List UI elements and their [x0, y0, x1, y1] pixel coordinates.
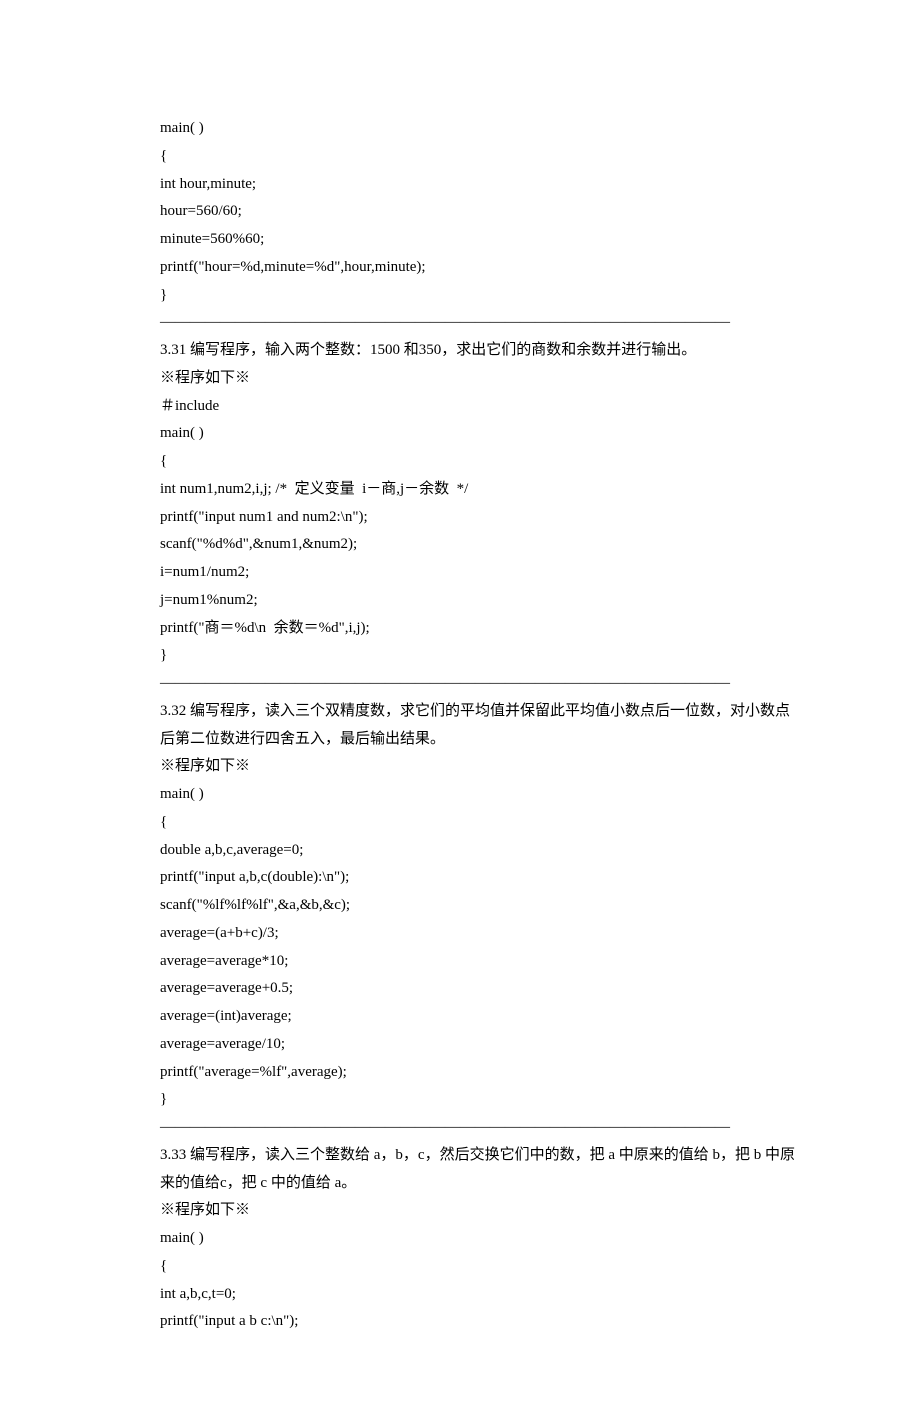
code-block-31: ＃include main( ) { int num1,num2,i,j; /*… [160, 393, 800, 671]
code-line: ＃include [160, 393, 800, 421]
separator: —————————————————————————————————————— [160, 670, 800, 698]
code-line: printf("input a,b,c(double):\n"); [160, 864, 800, 892]
code-line: { [160, 1253, 800, 1281]
code-line: main( ) [160, 781, 800, 809]
separator: —————————————————————————————————————— [160, 1114, 800, 1142]
code-line: average=(int)average; [160, 1003, 800, 1031]
code-line: } [160, 642, 800, 670]
program-header: ※程序如下※ [160, 1197, 800, 1225]
code-line: printf("input num1 and num2:\n"); [160, 504, 800, 532]
question-title-3-33: 3.33 编写程序，读入三个整数给 a，b，c，然后交换它们中的数，把 a 中原… [160, 1142, 800, 1198]
code-line: average=average*10; [160, 948, 800, 976]
program-header: ※程序如下※ [160, 753, 800, 781]
code-line: double a,b,c,average=0; [160, 837, 800, 865]
code-line: printf("average=%lf",average); [160, 1059, 800, 1087]
code-line: main( ) [160, 420, 800, 448]
code-line: { [160, 448, 800, 476]
document-page: main( ) { int hour,minute; hour=560/60; … [0, 0, 920, 1416]
question-title-3-32: 3.32 编写程序，读入三个双精度数，求它们的平均值并保留此平均值小数点后一位数… [160, 698, 800, 754]
code-line: printf("hour=%d,minute=%d",hour,minute); [160, 254, 800, 282]
code-line: hour=560/60; [160, 198, 800, 226]
code-line: int hour,minute; [160, 171, 800, 199]
code-line: } [160, 1086, 800, 1114]
program-header: ※程序如下※ [160, 365, 800, 393]
code-line: main( ) [160, 115, 800, 143]
code-line: average=average+0.5; [160, 975, 800, 1003]
code-line: average=(a+b+c)/3; [160, 920, 800, 948]
code-line: i=num1/num2; [160, 559, 800, 587]
code-line: { [160, 143, 800, 171]
code-line: average=average/10; [160, 1031, 800, 1059]
code-line: j=num1%num2; [160, 587, 800, 615]
code-line: scanf("%d%d",&num1,&num2); [160, 531, 800, 559]
code-line: printf("input a b c:\n"); [160, 1308, 800, 1336]
code-line: main( ) [160, 1225, 800, 1253]
code-block-0: main( ) { int hour,minute; hour=560/60; … [160, 115, 800, 309]
code-line: int num1,num2,i,j; /* 定义变量 i－商,j－余数 */ [160, 476, 800, 504]
question-title-3-31: 3.31 编写程序，输入两个整数：1500 和350，求出它们的商数和余数并进行… [160, 337, 800, 365]
code-line: { [160, 809, 800, 837]
code-line: scanf("%lf%lf%lf",&a,&b,&c); [160, 892, 800, 920]
code-line: int a,b,c,t=0; [160, 1281, 800, 1309]
code-block-32: main( ) { double a,b,c,average=0; printf… [160, 781, 800, 1114]
separator: —————————————————————————————————————— [160, 309, 800, 337]
code-line: printf("商＝%d\n 余数＝%d",i,j); [160, 615, 800, 643]
code-line: minute=560%60; [160, 226, 800, 254]
code-line: } [160, 282, 800, 310]
code-block-33: main( ) { int a,b,c,t=0; printf("input a… [160, 1225, 800, 1336]
